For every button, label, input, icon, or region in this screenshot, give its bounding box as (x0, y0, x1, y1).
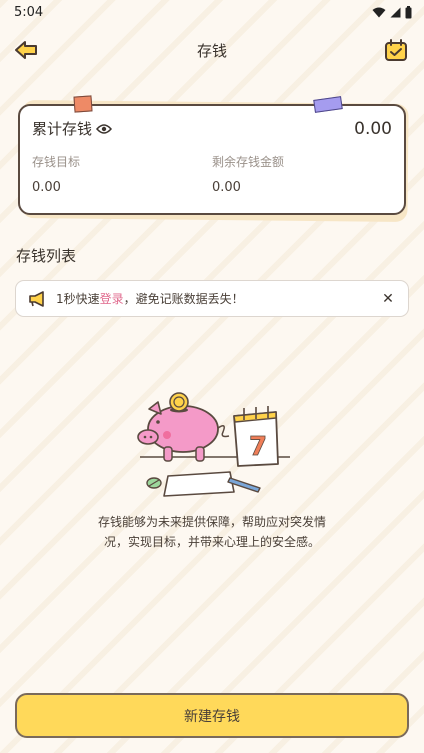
status-icons (372, 5, 412, 19)
total-saved-value: 0.00 (354, 118, 392, 139)
back-arrow-icon[interactable] (14, 38, 40, 62)
goal-label: 存钱目标 (32, 155, 81, 169)
signal-icon (390, 7, 401, 17)
nav-bar: 存钱 (0, 30, 424, 70)
summary-card: 累计存钱 0.00 存钱目标 0.00 剩余存钱金额 0.00 (18, 104, 406, 215)
notice-prefix: 1秒快速 (56, 292, 100, 306)
piggy-bank-illustration: 7 (137, 392, 290, 497)
eye-icon[interactable] (96, 123, 113, 135)
savings-list-title: 存钱列表 (16, 247, 77, 265)
notice-suffix: ，避免记账数据丢失！ (123, 292, 244, 306)
empty-state-text: 存钱能够为未来提供保障，帮助应对突发情况，实现目标，并带来心理上的安全感。 (97, 515, 326, 549)
login-notice: 1秒快速登录，避免记账数据丢失！ ✕ (15, 280, 409, 317)
remaining-label: 剩余存钱金额 (212, 155, 285, 169)
total-saved-label: 累计存钱 (32, 120, 93, 138)
megaphone-icon (29, 290, 44, 307)
status-time: 5:04 (14, 4, 44, 20)
remaining-column: 剩余存钱金额 0.00 (212, 153, 392, 195)
tape-decoration-left (73, 95, 93, 113)
goal-value: 0.00 (32, 180, 61, 195)
wifi-icon (372, 7, 386, 17)
new-savings-button[interactable]: 新建存钱 (15, 693, 409, 738)
login-link[interactable]: 登录 (100, 292, 124, 306)
close-icon[interactable]: ✕ (380, 291, 396, 307)
total-saved-label-group[interactable]: 累计存钱 (32, 118, 113, 139)
notice-text: 1秒快速登录，避免记账数据丢失！ (56, 290, 380, 307)
battery-icon (405, 5, 412, 18)
calendar-check-icon[interactable] (384, 37, 408, 63)
remaining-value: 0.00 (212, 180, 241, 195)
calendar-day: 7 (249, 432, 267, 462)
goal-column: 存钱目标 0.00 (32, 153, 212, 195)
status-bar: 5:04 (0, 0, 424, 24)
savings-summary: 累计存钱 0.00 存钱目标 0.00 剩余存钱金额 0.00 (18, 95, 409, 223)
page-title: 存钱 (196, 41, 227, 60)
